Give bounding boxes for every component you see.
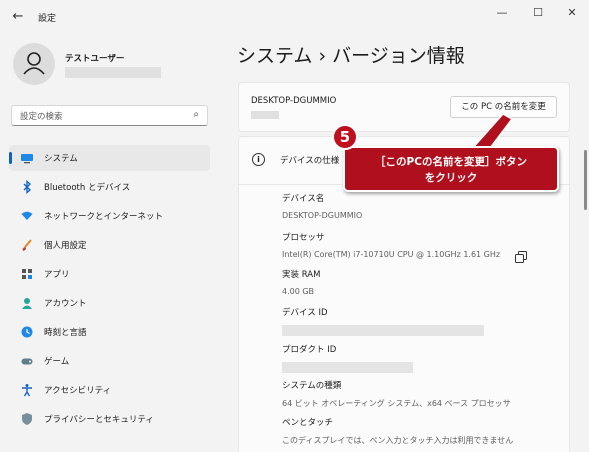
sidebar-item-label: アカウント — [44, 299, 87, 309]
sidebar-item-label: システム — [44, 154, 78, 164]
search-placeholder: 設定の検索 — [20, 112, 63, 122]
device-specs-header[interactable]: デバイスの仕様 — [280, 154, 339, 166]
pen-touch-label: ペンとタッチ — [282, 418, 334, 428]
sidebar-item-label: ゲーム — [44, 357, 70, 367]
globe-clock-icon — [20, 325, 34, 339]
callout-line-1: ［このPCの名前を変更］ボタン — [375, 156, 527, 168]
title-bar: ← 設定 — ☐ ✕ — [0, 0, 589, 34]
sidebar-item-personalization[interactable]: 個人用設定 — [9, 232, 210, 258]
device-name-label: デバイス名 — [282, 194, 325, 204]
shield-icon — [20, 412, 34, 426]
sidebar-item-bluetooth[interactable]: Bluetooth とデバイス — [9, 174, 210, 200]
search-input[interactable]: 設定の検索 ⌕ — [11, 105, 208, 126]
scrollbar[interactable] — [584, 150, 587, 210]
sidebar-item-apps[interactable]: アプリ — [9, 261, 210, 287]
device-card: DESKTOP-DGUMMIO この PC の名前を変更 — [238, 82, 570, 132]
user-email-redacted — [65, 67, 161, 78]
sidebar-item-network[interactable]: ネットワークとインターネット — [9, 203, 210, 229]
step-number-badge: 5 — [332, 124, 358, 150]
close-button[interactable]: ✕ — [560, 6, 584, 20]
bluetooth-icon — [20, 180, 34, 194]
maximize-button[interactable]: ☐ — [526, 6, 550, 20]
apps-icon — [20, 267, 34, 281]
device-id-redacted — [282, 325, 484, 336]
monitor-icon — [20, 151, 34, 165]
person-icon — [23, 52, 45, 75]
processor-value: Intel(R) Core(TM) i7-10710U CPU @ 1.10GH… — [282, 250, 501, 259]
device-name-value: DESKTOP-DGUMMIO — [282, 211, 363, 220]
product-id-label: プロダクト ID — [282, 345, 337, 355]
sidebar-item-label: アプリ — [44, 270, 70, 280]
callout-box: ［このPCの名前を変更］ボタン をクリック — [343, 146, 559, 192]
accessibility-icon — [20, 383, 34, 397]
brush-icon — [20, 238, 34, 252]
sidebar-item-label: ネットワークとインターネット — [44, 212, 164, 222]
minimize-button[interactable]: — — [490, 6, 514, 20]
ram-label: 実装 RAM — [282, 270, 321, 280]
device-name: DESKTOP-DGUMMIO — [251, 96, 337, 106]
copy-icon[interactable] — [515, 251, 527, 266]
search-icon: ⌕ — [193, 109, 199, 120]
pen-touch-value: このディスプレイでは、ペン入力とタッチ入力は利用できません — [282, 436, 514, 445]
wifi-icon — [20, 209, 34, 223]
sidebar-item-system[interactable]: システム — [9, 145, 210, 171]
system-type-value: 64 ビット オペレーティング システム、x64 ベース プロセッサ — [282, 399, 511, 408]
sidebar-item-accounts[interactable]: アカウント — [9, 290, 210, 316]
sidebar-item-privacy-security[interactable]: プライバシーとセキュリティ — [9, 406, 210, 432]
page-title: システム › バージョン情報 — [237, 45, 465, 67]
sidebar-item-accessibility[interactable]: アクセシビリティ — [9, 377, 210, 403]
processor-label: プロセッサ — [282, 233, 325, 243]
sidebar-item-gaming[interactable]: ゲーム — [9, 348, 210, 374]
sidebar-item-label: 時刻と言語 — [44, 328, 87, 338]
rename-pc-button[interactable]: この PC の名前を変更 — [450, 96, 557, 118]
gamepad-icon — [20, 354, 34, 368]
sidebar-item-label: アクセシビリティ — [44, 386, 112, 396]
product-id-redacted — [282, 362, 413, 373]
sidebar-item-time-language[interactable]: 時刻と言語 — [9, 319, 210, 345]
callout-line-2: をクリック — [424, 172, 478, 184]
ram-value: 4.00 GB — [282, 287, 315, 296]
info-icon: i — [252, 153, 265, 166]
avatar[interactable] — [13, 43, 55, 85]
sidebar-item-label: プライバシーとセキュリティ — [44, 415, 154, 425]
device-id-label: デバイス ID — [282, 308, 328, 318]
app-title: 設定 — [38, 14, 57, 24]
sidebar-item-label: Bluetooth とデバイス — [44, 183, 131, 193]
system-type-label: システムの種類 — [282, 381, 342, 391]
account-icon — [20, 296, 34, 310]
device-model-redacted — [251, 111, 279, 119]
sidebar-item-label: 個人用設定 — [44, 241, 87, 251]
back-arrow-icon[interactable]: ← — [9, 9, 27, 25]
user-name: テストユーザー — [65, 54, 125, 64]
